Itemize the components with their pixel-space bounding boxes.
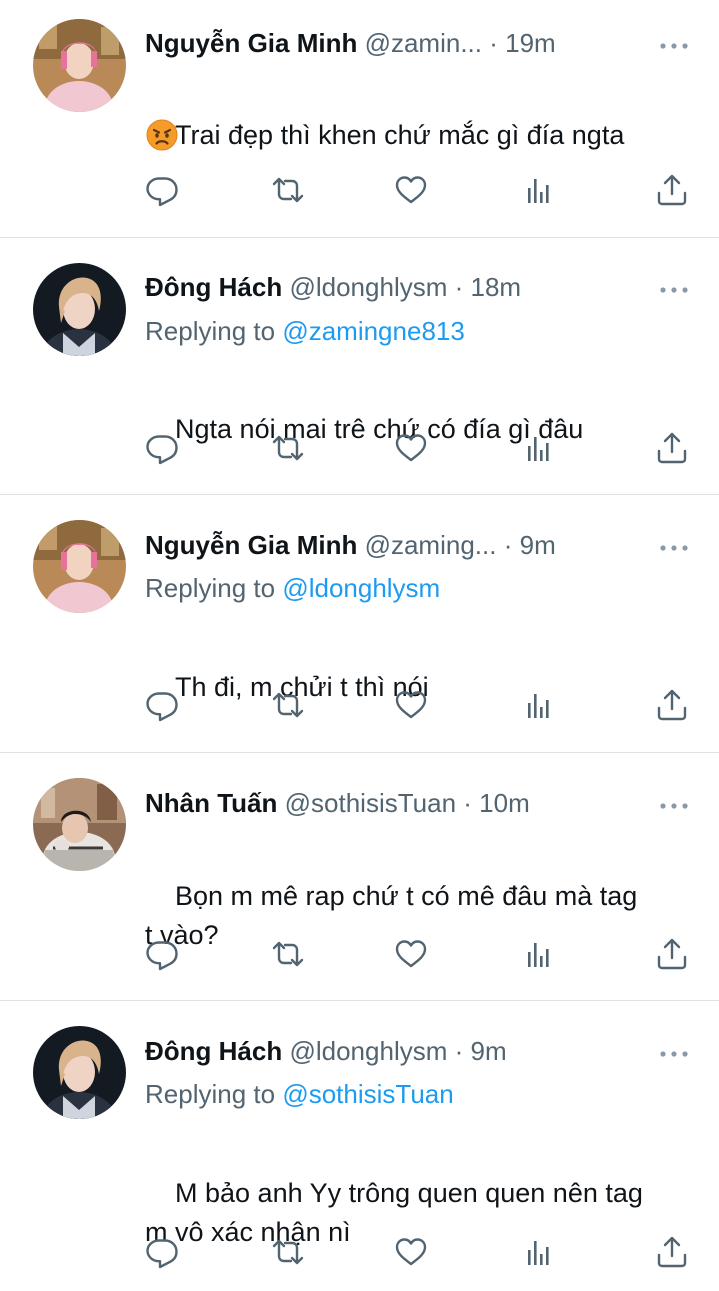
- tweet-header: Đông Hách @ldonghlysm · 9m: [145, 1033, 689, 1069]
- timestamp[interactable]: 18m: [471, 272, 522, 302]
- tweet-header: Nguyễn Gia Minh @zamin... · 19m: [145, 25, 689, 61]
- tweet-text-body: Trai đẹp thì khen chứ mắc gì đía ngta: [175, 120, 625, 150]
- share-icon[interactable]: [655, 937, 689, 971]
- heart-icon[interactable]: [394, 1235, 428, 1269]
- display-name[interactable]: Đông Hách: [145, 272, 282, 302]
- reply-icon[interactable]: [145, 937, 179, 971]
- avatar[interactable]: [33, 1026, 126, 1119]
- reply-icon[interactable]: [145, 431, 179, 465]
- timestamp[interactable]: 19m: [505, 28, 556, 58]
- reply-icon[interactable]: [145, 173, 179, 207]
- tweet-header: Nguyễn Gia Minh @zaming... · 9m: [145, 527, 689, 563]
- replying-to-mention[interactable]: @ldonghlysm: [282, 573, 440, 603]
- separator-dot: ·: [463, 788, 472, 818]
- views-icon[interactable]: [522, 688, 556, 722]
- timestamp[interactable]: 9m: [520, 530, 556, 560]
- retweet-icon[interactable]: [271, 173, 305, 207]
- replying-to-mention[interactable]: @sothisisTuan: [282, 1079, 453, 1109]
- retweet-icon[interactable]: [271, 937, 305, 971]
- avatar[interactable]: [33, 19, 126, 112]
- tweet-actions: [145, 431, 695, 465]
- replying-to: Replying to @zamingne813: [145, 313, 465, 349]
- username[interactable]: @ldonghlysm: [289, 1036, 447, 1066]
- separator-dot: ·: [454, 272, 464, 302]
- replying-to-label: Replying to: [145, 573, 276, 603]
- tweet-text: Ngta nói mai trê chứ có đía gì đâu: [145, 371, 695, 488]
- more-icon[interactable]: [659, 282, 689, 292]
- username[interactable]: @sothisisTuan: [285, 788, 456, 818]
- more-icon[interactable]: [659, 38, 689, 48]
- username[interactable]: @zaming...: [365, 530, 497, 560]
- views-icon[interactable]: [522, 937, 556, 971]
- username[interactable]: @ldonghlysm: [289, 272, 447, 302]
- share-icon[interactable]: [655, 173, 689, 207]
- heart-icon[interactable]: [394, 173, 428, 207]
- timestamp[interactable]: 10m: [479, 788, 530, 818]
- heart-icon[interactable]: [394, 431, 428, 465]
- username[interactable]: @zamin...: [365, 28, 482, 58]
- display-name[interactable]: Nhân Tuấn: [145, 788, 277, 818]
- replying-to-label: Replying to: [145, 316, 276, 346]
- views-icon[interactable]: [522, 173, 556, 207]
- retweet-icon[interactable]: [271, 431, 305, 465]
- angry-face-emoji: 😠: [145, 118, 179, 152]
- timestamp[interactable]: 9m: [471, 1036, 507, 1066]
- heart-icon[interactable]: [394, 688, 428, 722]
- reply-icon[interactable]: [145, 1235, 179, 1269]
- reply-icon[interactable]: [145, 688, 179, 722]
- replying-to: Replying to @sothisisTuan: [145, 1076, 454, 1112]
- views-icon[interactable]: [522, 431, 556, 465]
- share-icon[interactable]: [655, 1235, 689, 1269]
- tweet-actions: [145, 1235, 695, 1269]
- heart-icon[interactable]: [394, 937, 428, 971]
- tweet-header: Đông Hách @ldonghlysm · 18m: [145, 269, 689, 305]
- tweet-4[interactable]: Nhân Tuấn @sothisisTuan · 10m Bọn m mê r…: [0, 753, 719, 1000]
- tweet-actions: [145, 937, 695, 971]
- more-icon[interactable]: [659, 798, 689, 808]
- avatar[interactable]: [33, 263, 126, 356]
- share-icon[interactable]: [655, 431, 689, 465]
- separator-dot: ·: [503, 530, 513, 560]
- replying-to-label: Replying to: [145, 1079, 276, 1109]
- more-icon[interactable]: [659, 1046, 689, 1056]
- views-icon[interactable]: [522, 1235, 556, 1269]
- tweet-2[interactable]: Đông Hách @ldonghlysm · 18m Replying to …: [0, 238, 719, 494]
- tweet-1[interactable]: Nguyễn Gia Minh @zamin... · 19m Trai đẹp…: [0, 0, 719, 237]
- tweet-header: Nhân Tuấn @sothisisTuan · 10m: [145, 785, 689, 821]
- display-name[interactable]: Nguyễn Gia Minh: [145, 28, 357, 58]
- display-name[interactable]: Nguyễn Gia Minh: [145, 530, 357, 560]
- tweet-actions: [145, 688, 695, 722]
- separator-dot: ·: [454, 1036, 464, 1066]
- display-name[interactable]: Đông Hách: [145, 1036, 282, 1066]
- retweet-icon[interactable]: [271, 688, 305, 722]
- avatar[interactable]: [33, 778, 126, 871]
- share-icon[interactable]: [655, 688, 689, 722]
- tweet-3[interactable]: Nguyễn Gia Minh @zaming... · 9m Replying…: [0, 495, 719, 752]
- retweet-icon[interactable]: [271, 1235, 305, 1269]
- tweet-5[interactable]: Đông Hách @ldonghlysm · 9m Replying to @…: [0, 1001, 719, 1277]
- tweet-actions: [145, 173, 695, 207]
- replying-to: Replying to @ldonghlysm: [145, 570, 440, 606]
- separator-dot: ·: [489, 28, 498, 58]
- replying-to-mention[interactable]: @zamingne813: [282, 316, 465, 346]
- more-icon[interactable]: [659, 540, 689, 550]
- avatar[interactable]: [33, 520, 126, 613]
